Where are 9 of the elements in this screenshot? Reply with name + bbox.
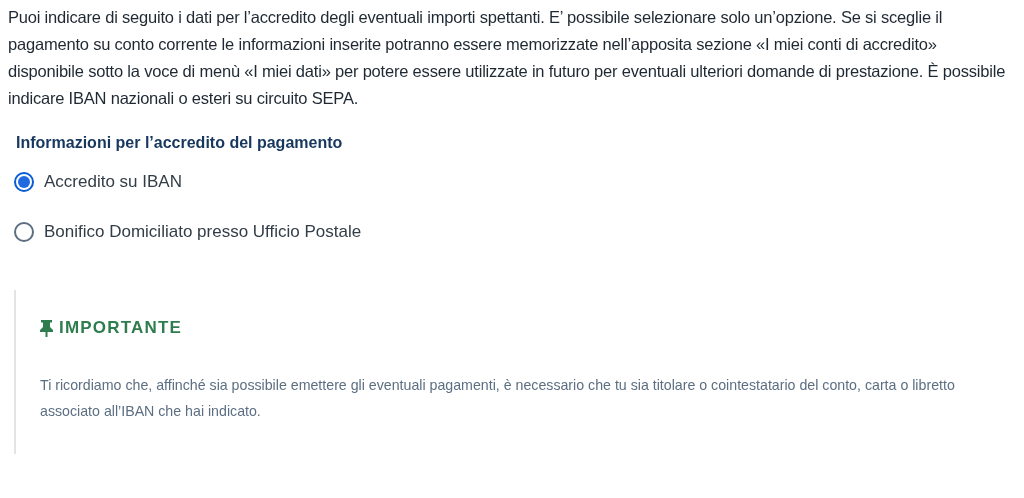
callout-text: Ti ricordiamo che, affinché sia possibile emettere gli eventuali pagamenti, è necessario che tu sia titolare o cointestatario del conto, carta o libretto associato all’IBAN che hai indicato. [40, 376, 956, 421]
intro-paragraph: Puoi indicare di seguito i dati per l’accredito degli eventuali importi spettanti. E’ possibile selezionare solo un’opzione. Se si sceglie il pagamento su conto corrente le informazioni inserite potranno essere memorizzate nell’apposita sezione «I miei conti di accredito» disponibile sotto la voce di menù «I miei dati» per potere essere utilizzate in futuro per eventuali ulteriori domande di prestazione. È possibile indicare IBAN nazionali o esteri su circuito SEPA. [8, 7, 1007, 109]
callout-title: IMPORTANTE [59, 318, 183, 338]
section-heading: Informazioni per l’accredito del pagamento [16, 134, 344, 152]
radio-button[interactable] [14, 172, 34, 192]
option-label[interactable]: Bonifico Domiciliato presso Ufficio Postale [44, 222, 362, 242]
option-label[interactable]: Accredito su IBAN [44, 172, 182, 192]
radio-button[interactable] [14, 222, 34, 242]
pin-icon [40, 319, 53, 337]
